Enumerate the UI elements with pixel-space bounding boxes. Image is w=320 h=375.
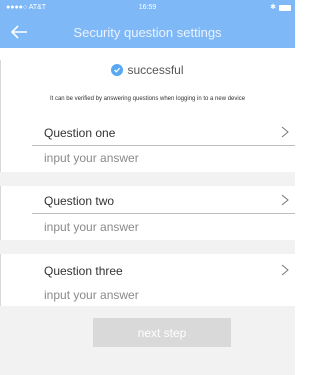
status-bar: ●●●●○ AT&T 16:59 ✱ — [0, 0, 295, 16]
question-two-selector[interactable]: Question two — [32, 186, 295, 214]
answer-two-input[interactable]: input your answer — [44, 220, 139, 234]
chevron-right-icon — [281, 125, 289, 143]
security-question-screen: ●●●●○ AT&T 16:59 ✱ Security question set… — [0, 0, 295, 375]
page-title: Security question settings — [73, 25, 222, 40]
bluetooth-icon: ✱ — [270, 4, 276, 11]
success-text: successful — [127, 63, 184, 77]
chevron-right-icon — [281, 263, 289, 281]
nav-bar: Security question settings — [0, 16, 295, 48]
chevron-right-icon — [281, 193, 289, 211]
success-banner: successful — [0, 58, 295, 82]
status-icons: ✱ — [270, 0, 291, 16]
battery-icon — [279, 5, 291, 11]
app-header: ●●●●○ AT&T 16:59 ✱ Security question set… — [0, 0, 295, 48]
next-step-button[interactable]: next step — [93, 318, 231, 347]
question-label: Question one — [44, 126, 116, 140]
answer-one-input[interactable]: input your answer — [44, 151, 139, 165]
check-circle-icon — [111, 64, 124, 76]
question-label: Question two — [44, 194, 115, 208]
hint-text: It can be verified by answering question… — [49, 96, 246, 102]
section-divider — [0, 172, 295, 186]
question-label: Question three — [44, 264, 123, 278]
section-divider — [0, 240, 295, 254]
status-time: 16:59 — [138, 4, 157, 11]
question-three-selector[interactable]: Question three — [32, 256, 295, 284]
answer-three-input[interactable]: input your answer — [44, 288, 139, 302]
question-one-selector[interactable]: Question one — [32, 118, 295, 146]
